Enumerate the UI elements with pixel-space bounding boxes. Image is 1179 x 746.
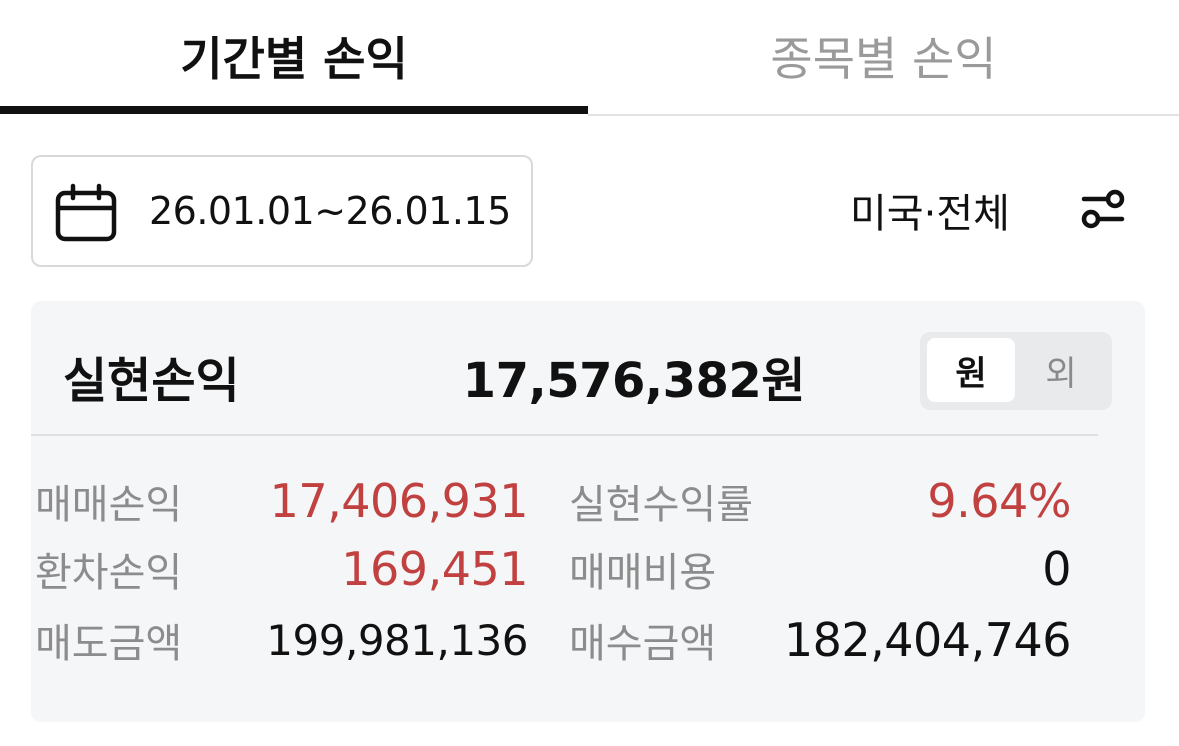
panel-divider bbox=[31, 434, 1098, 436]
return-rate-label: 실현수익률 bbox=[569, 482, 753, 528]
trade-profit-value: 17,406,931 bbox=[269, 474, 529, 528]
currency-toggle: 원 외 bbox=[920, 332, 1112, 410]
trade-cost-value: 0 bbox=[1042, 542, 1071, 596]
buy-amount-value: 182,404,746 bbox=[783, 613, 1072, 667]
realized-profit-title: 실현손익 bbox=[63, 353, 240, 409]
return-rate-value: 9.64% bbox=[927, 474, 1071, 528]
realized-profit-panel: 실현손익 17,576,382원 원 외 매매손익 17,406,931 환차손… bbox=[31, 301, 1145, 722]
buy-amount-label: 매수금액 bbox=[569, 621, 717, 667]
tab-period-profit[interactable]: 기간별 손익 bbox=[0, 0, 588, 112]
market-filter-label[interactable]: 미국·전체 bbox=[850, 175, 1010, 245]
trade-cost-label: 매매비용 bbox=[569, 550, 717, 596]
calendar-icon bbox=[55, 183, 117, 242]
date-range-text: 26.01.01~26.01.15 bbox=[149, 189, 511, 233]
trade-profit-label: 매매손익 bbox=[35, 482, 183, 528]
fx-profit-label: 환차손익 bbox=[35, 550, 183, 596]
date-range-button[interactable]: 26.01.01~26.01.15 bbox=[31, 155, 533, 267]
tab-stock-profit[interactable]: 종목별 손익 bbox=[588, 0, 1179, 112]
fx-profit-value: 169,451 bbox=[341, 542, 528, 596]
tab-divider bbox=[588, 114, 1179, 116]
realized-profit-total: 17,576,382원 bbox=[462, 353, 806, 409]
filter-sliders-icon[interactable] bbox=[1078, 186, 1128, 232]
active-tab-indicator bbox=[0, 106, 588, 114]
sell-amount-label: 매도금액 bbox=[35, 621, 183, 667]
currency-foreign-option[interactable]: 외 bbox=[1017, 338, 1105, 402]
currency-krw-option[interactable]: 원 bbox=[927, 338, 1015, 402]
sell-amount-value: 199,981,136 bbox=[266, 615, 528, 665]
profit-loss-screen: 기간별 손익 종목별 손익 26.01.01~26.01.15 미국·전체 실현… bbox=[0, 0, 1179, 746]
tab-bar: 기간별 손익 종목별 손익 bbox=[0, 0, 1179, 116]
